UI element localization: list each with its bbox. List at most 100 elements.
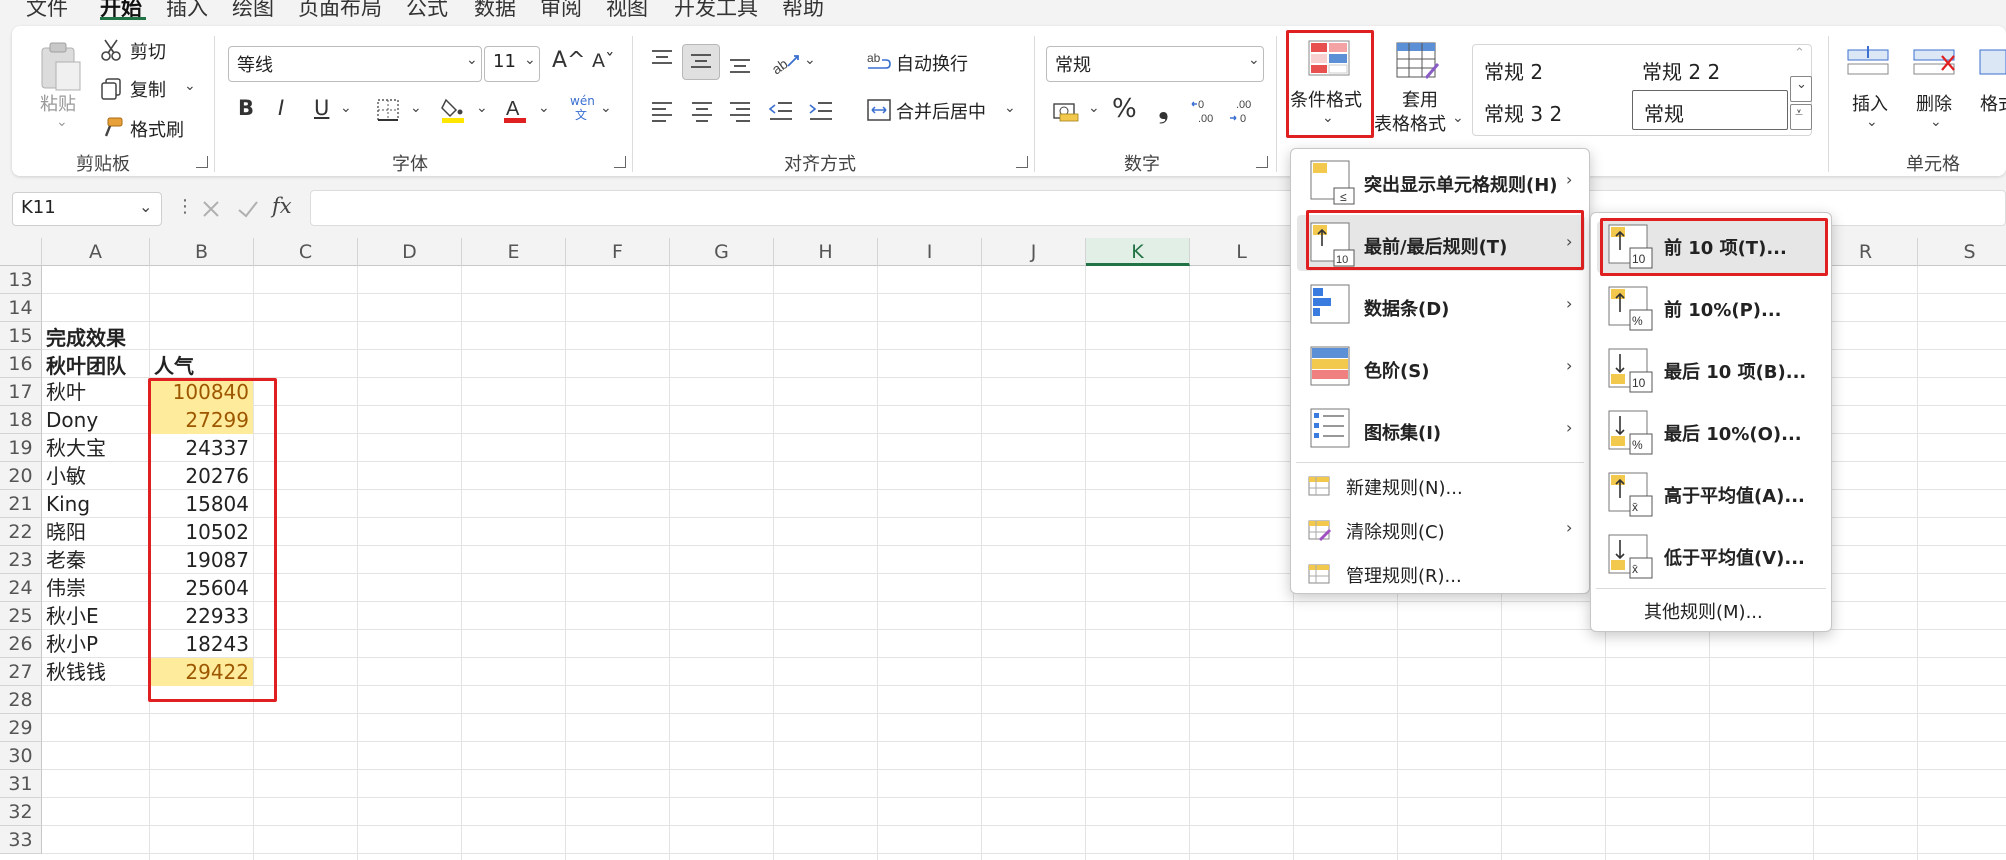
style-normal-2-2[interactable]: 常规 2 2: [1642, 56, 1720, 85]
align-bottom-icon[interactable]: [726, 52, 754, 76]
italic-button[interactable]: I: [278, 96, 284, 120]
cell-name[interactable]: 晓阳: [46, 518, 86, 546]
cancel-icon[interactable]: [200, 198, 222, 220]
gallery-scroll-up[interactable]: ⌃: [1790, 46, 1810, 72]
insert-button[interactable]: 插入: [1852, 90, 1888, 116]
column-header-b[interactable]: B: [150, 238, 254, 266]
copy-dropdown-icon[interactable]: ⌄: [184, 78, 196, 94]
orientation-dropdown-icon[interactable]: ⌄: [804, 52, 816, 68]
shrink-font-button[interactable]: Aˇ: [592, 50, 615, 72]
top-bottom-item[interactable]: 前 10%(P)...: [1664, 296, 1782, 322]
cell-a16-header[interactable]: 秋叶团队: [46, 352, 126, 380]
format-button[interactable]: 格式: [1980, 90, 2006, 116]
cf-menu-item[interactable]: 突出显示单元格规则(H): [1364, 171, 1558, 197]
row-header-16[interactable]: 16: [0, 350, 42, 378]
decrease-decimal-icon[interactable]: .00 0: [1228, 96, 1258, 124]
phonetic-dropdown-icon[interactable]: ⌄: [600, 100, 612, 116]
row-header-14[interactable]: 14: [0, 294, 42, 322]
gallery-more[interactable]: ⩡: [1790, 104, 1812, 130]
cell-name[interactable]: 秋小E: [46, 602, 99, 630]
alignment-launcher-icon[interactable]: [1016, 156, 1028, 168]
name-box-dropdown-icon[interactable]: ⌄: [139, 197, 152, 216]
column-header-g[interactable]: G: [670, 238, 774, 266]
row-header-33[interactable]: 33: [0, 826, 42, 854]
style-normal-2[interactable]: 常规 2: [1484, 56, 1543, 85]
row-header-15[interactable]: 15: [0, 322, 42, 350]
grow-font-button[interactable]: A^: [552, 48, 585, 73]
row-header-18[interactable]: 18: [0, 406, 42, 434]
number-format-dropdown-icon[interactable]: ⌄: [1248, 52, 1260, 68]
cell-name[interactable]: 秋叶: [46, 378, 86, 406]
tab-developer[interactable]: 开发工具: [674, 0, 758, 22]
insert-dropdown-icon[interactable]: ⌄: [1866, 114, 1878, 130]
style-normal[interactable]: 常规: [1644, 98, 1684, 127]
insert-function-button[interactable]: fx: [272, 194, 292, 218]
format-as-table-icon[interactable]: [1396, 42, 1440, 82]
accounting-dropdown-icon[interactable]: ⌄: [1088, 100, 1100, 116]
borders-icon[interactable]: [376, 98, 400, 122]
cf-menu-item[interactable]: 色阶(S): [1364, 357, 1429, 383]
column-header-i[interactable]: I: [878, 238, 982, 266]
wrap-text-icon[interactable]: ab: [866, 50, 892, 76]
tab-draw[interactable]: 绘图: [232, 0, 274, 22]
select-all-corner[interactable]: [0, 238, 42, 266]
top-bottom-item[interactable]: 最后 10%(O)...: [1664, 420, 1802, 446]
font-size-dropdown-icon[interactable]: ⌄: [524, 52, 536, 68]
row-header-28[interactable]: 28: [0, 686, 42, 714]
cut-button[interactable]: 剪切: [130, 38, 166, 64]
row-header-29[interactable]: 29: [0, 714, 42, 742]
column-header-h[interactable]: H: [774, 238, 878, 266]
column-header-j[interactable]: J: [982, 238, 1086, 266]
row-header-32[interactable]: 32: [0, 798, 42, 826]
wrap-text-button[interactable]: 自动换行: [896, 50, 968, 76]
column-header-e[interactable]: E: [462, 238, 566, 266]
row-header-17[interactable]: 17: [0, 378, 42, 406]
tab-data[interactable]: 数据: [474, 0, 516, 22]
font-launcher-icon[interactable]: [614, 156, 626, 168]
increase-indent-icon[interactable]: [808, 100, 834, 122]
orientation-icon[interactable]: ab: [770, 48, 802, 76]
cell-name[interactable]: 秋大宝: [46, 434, 106, 462]
tab-insert[interactable]: 插入: [166, 0, 208, 22]
delete-dropdown-icon[interactable]: ⌄: [1930, 114, 1942, 130]
top-bottom-item[interactable]: 高于平均值(A)...: [1664, 482, 1805, 508]
gallery-scroll-down[interactable]: ⌄: [1790, 76, 1812, 102]
font-name-select[interactable]: 等线: [228, 46, 482, 82]
tab-file[interactable]: 文件: [26, 0, 68, 22]
format-as-table-label-1[interactable]: 套用: [1402, 86, 1438, 112]
percent-style-button[interactable]: %: [1112, 94, 1137, 124]
cell-name[interactable]: 老秦: [46, 546, 86, 574]
tab-page-layout[interactable]: 页面布局: [298, 0, 382, 22]
font-name-dropdown-icon[interactable]: ⌄: [466, 52, 478, 68]
number-format-select[interactable]: 常规: [1046, 46, 1264, 82]
column-header-s[interactable]: S: [1918, 238, 2006, 266]
format-painter-button[interactable]: 格式刷: [130, 116, 184, 142]
fill-color-icon[interactable]: [440, 96, 466, 124]
row-header-22[interactable]: 22: [0, 518, 42, 546]
cell-name[interactable]: 小敏: [46, 462, 86, 490]
fill-color-dropdown-icon[interactable]: ⌄: [476, 100, 488, 116]
clipboard-launcher-icon[interactable]: [196, 156, 208, 168]
merge-dropdown-icon[interactable]: ⌄: [1004, 100, 1016, 116]
cf-action-item[interactable]: 新建规则(N)...: [1346, 474, 1463, 500]
row-header-27[interactable]: 27: [0, 658, 42, 686]
row-header-19[interactable]: 19: [0, 434, 42, 462]
paste-icon[interactable]: [38, 40, 84, 92]
row-header-21[interactable]: 21: [0, 490, 42, 518]
align-center-icon[interactable]: [690, 100, 716, 122]
delete-button[interactable]: 删除: [1916, 90, 1952, 116]
cell-name[interactable]: 秋小P: [46, 630, 98, 658]
paste-button-label[interactable]: 粘贴: [40, 90, 76, 116]
align-middle-button[interactable]: [682, 44, 720, 80]
scissors-icon[interactable]: [100, 38, 122, 62]
row-header-24[interactable]: 24: [0, 574, 42, 602]
font-color-icon[interactable]: A: [502, 96, 528, 124]
format-as-table-dropdown-icon[interactable]: ⌄: [1452, 110, 1464, 126]
insert-cells-icon[interactable]: [1846, 44, 1894, 80]
underline-dropdown-icon[interactable]: ⌄: [340, 100, 352, 116]
column-header-c[interactable]: C: [254, 238, 358, 266]
format-cells-icon[interactable]: [1978, 44, 2006, 80]
style-normal-3-2[interactable]: 常规 3 2: [1484, 98, 1562, 127]
underline-button[interactable]: U: [314, 96, 329, 120]
row-header-26[interactable]: 26: [0, 630, 42, 658]
